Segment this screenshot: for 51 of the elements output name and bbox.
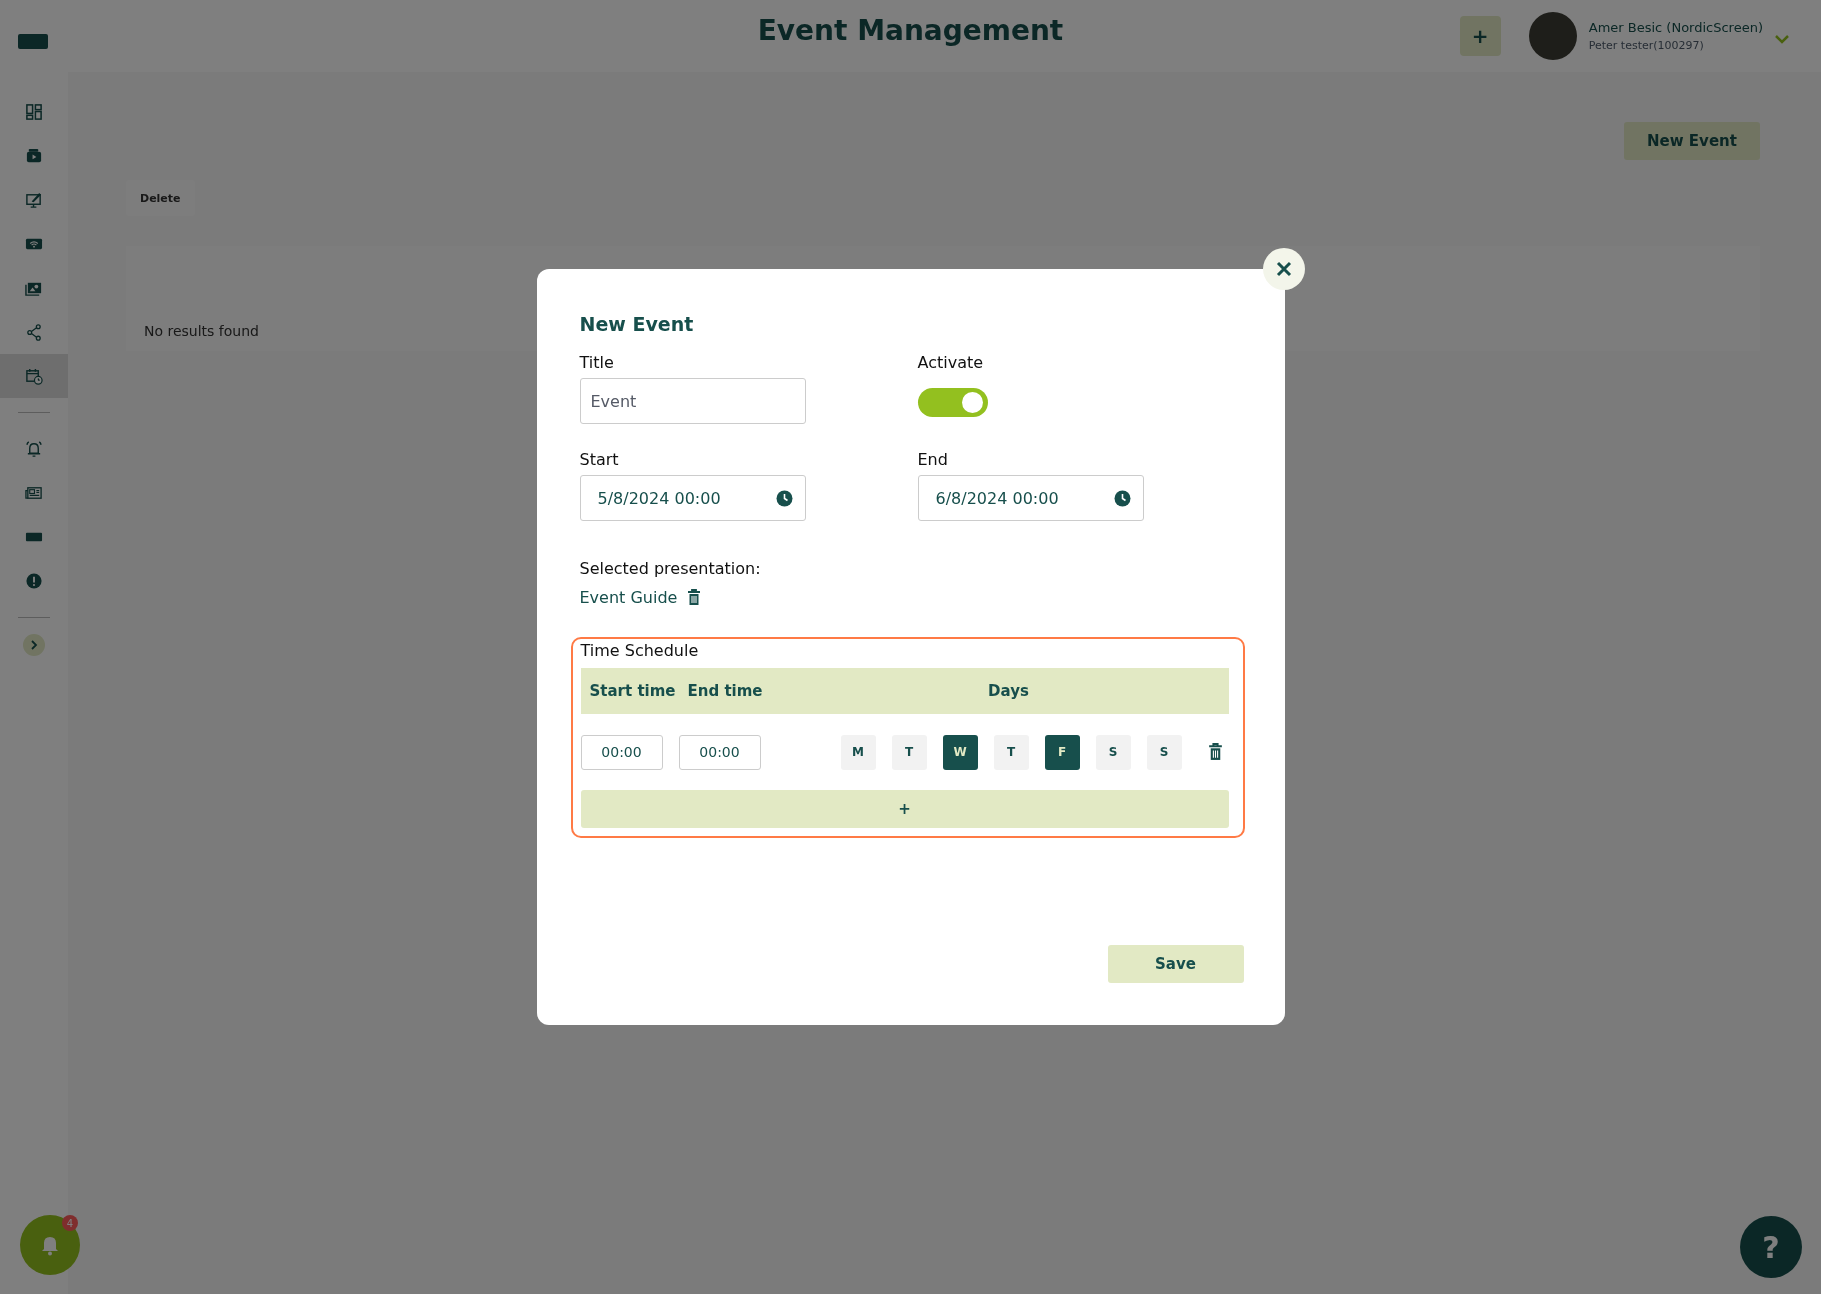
account-name: Peter tester(100297) <box>1588 39 1705 52</box>
bell-icon <box>25 440 43 458</box>
field-label: End <box>917 450 949 469</box>
field-label: Title <box>579 353 615 372</box>
play-folder-icon <box>25 147 43 165</box>
add-row-button[interactable]: + <box>580 790 1229 828</box>
day-toggle[interactable]: S <box>1095 734 1131 770</box>
avatar[interactable] <box>1528 12 1577 60</box>
share-icon <box>25 323 43 341</box>
title-field[interactable]: Event <box>579 378 806 424</box>
alert-icon <box>25 572 43 590</box>
close-icon <box>1275 261 1292 277</box>
day-toggle[interactable]: T <box>993 734 1029 770</box>
start-time-field[interactable]: 00:00 <box>580 734 663 770</box>
column-header: Start time <box>588 682 677 700</box>
dialog-title: New Event <box>579 313 695 335</box>
logo <box>18 33 48 49</box>
trash-icon[interactable] <box>687 589 702 606</box>
calendar-clock-icon <box>25 367 43 385</box>
save-button[interactable]: Save <box>1107 945 1244 983</box>
field-label: Activate <box>917 353 985 372</box>
column-header: Days <box>987 682 1030 700</box>
trash-icon[interactable] <box>1207 743 1223 761</box>
end-time-field[interactable]: 00:00 <box>678 734 761 770</box>
day-toggle[interactable]: T <box>891 734 927 770</box>
clock-icon[interactable] <box>1113 489 1131 507</box>
day-toggle[interactable]: F <box>1044 734 1080 770</box>
newspaper-icon <box>25 484 43 502</box>
sidebar-item[interactable] <box>0 354 68 398</box>
chevron-right-icon <box>30 640 38 650</box>
grid-icon <box>25 103 43 121</box>
section-title: Time Schedule <box>580 641 700 660</box>
field-label: Start <box>579 450 620 469</box>
column-header: End time <box>686 682 764 700</box>
presentation-label: Selected presentation: <box>579 559 762 578</box>
bell-icon <box>40 1234 60 1256</box>
clock-icon[interactable] <box>775 489 793 507</box>
user-name: Amer Besic (NordicScreen) <box>1588 20 1763 35</box>
day-toggle[interactable]: S <box>1146 734 1182 770</box>
day-toggle[interactable]: M <box>840 734 876 770</box>
day-toggle[interactable]: W <box>942 734 978 770</box>
presentation-link[interactable]: Event Guide <box>579 588 678 607</box>
page-title: Event Management <box>757 14 1064 47</box>
monitor-pencil-icon <box>25 191 43 209</box>
help-button[interactable]: ? <box>1740 1216 1802 1278</box>
notification-count: 4 <box>62 1215 78 1231</box>
end-date-field[interactable]: 6/8/2024 00:00 <box>917 475 1144 521</box>
start-date-field[interactable]: 5/8/2024 00:00 <box>579 475 806 521</box>
expand-button[interactable] <box>23 634 45 656</box>
empty-message: No results found <box>144 323 259 339</box>
activate-toggle[interactable] <box>917 388 988 417</box>
